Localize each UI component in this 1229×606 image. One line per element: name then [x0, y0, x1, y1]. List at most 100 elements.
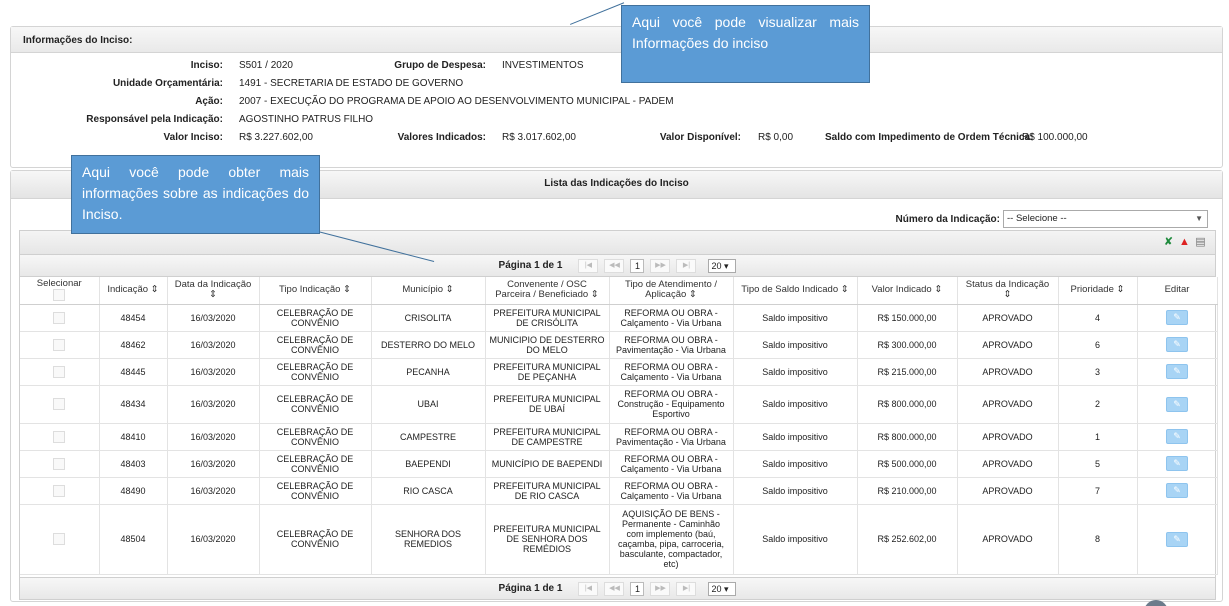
cell-data: 16/03/2020	[167, 358, 260, 386]
col-atendimento[interactable]: Tipo de Atendimento / Aplicação ⇕	[609, 277, 734, 305]
col-status[interactable]: Status da Indicação ⇕	[957, 277, 1059, 305]
pencil-icon[interactable]: ✎	[1166, 364, 1188, 379]
row-checkbox[interactable]	[53, 430, 66, 443]
cell-atendimento: REFORMA OU OBRA - Calçamento - Via Urban…	[609, 450, 734, 478]
indicacao-filter: Número da Indicação: -- Selecione -- ▼	[896, 210, 1208, 228]
cell-indicacao: 48410	[99, 423, 168, 451]
page-number[interactable]: 1	[630, 258, 645, 273]
row-checkbox[interactable]	[53, 398, 66, 410]
value-inciso: S501 / 2020	[239, 60, 293, 71]
cell-saldo: Saldo impositivo	[733, 477, 858, 505]
col-valor[interactable]: Valor Indicado ⇕	[857, 277, 958, 305]
pencil-icon[interactable]: ✎	[1166, 310, 1188, 325]
cell-indicacao: 48403	[99, 450, 168, 478]
prev-page-button-bottom[interactable]: ◀◀	[604, 581, 625, 596]
cell-indicacao: 48454	[99, 304, 168, 332]
table-header-row: Selecionar Indicação ⇕ Data da Indicação…	[20, 277, 1218, 305]
col-convenente[interactable]: Convenente / OSC Parceira / Beneficiado …	[485, 277, 610, 305]
row-checkbox[interactable]	[53, 311, 66, 324]
first-page-button-bottom[interactable]: |◀	[578, 581, 599, 596]
print-icon[interactable]: ▤	[1194, 236, 1207, 249]
last-page-button[interactable]: ▶|	[676, 258, 697, 273]
cell-data: 16/03/2020	[167, 385, 260, 424]
prev-page-button[interactable]: ◀◀	[604, 258, 625, 273]
cell-saldo: Saldo impositivo	[733, 358, 858, 386]
cell-municipio: DESTERRO DO MELO	[371, 331, 486, 359]
cell-status: APROVADO	[957, 304, 1059, 332]
select-cell	[20, 304, 100, 332]
col-data[interactable]: Data da Indicação ⇕	[167, 277, 260, 305]
cell-tipo: CELEBRAÇÃO DE CONVÊNIO	[259, 423, 372, 451]
label-unidade: Unidade Orçamentária:	[112, 78, 223, 89]
row-checkbox[interactable]	[53, 533, 66, 545]
cell-municipio: BAEPENDI	[371, 450, 486, 478]
label-responsavel: Responsável pela Indicação:	[86, 114, 223, 125]
filter-label: Número da Indicação:	[895, 213, 1000, 225]
value-responsavel: AGOSTINHO PATRUS FILHO	[239, 114, 374, 125]
select-cell	[20, 423, 100, 451]
select-cell	[20, 331, 100, 359]
edit-cell: ✎	[1137, 304, 1218, 332]
cell-indicacao: 48445	[99, 358, 168, 386]
row-checkbox[interactable]	[53, 457, 66, 470]
first-page-button[interactable]: |◀	[578, 258, 599, 273]
cell-municipio: CRISOLITA	[371, 304, 486, 332]
pencil-icon[interactable]: ✎	[1166, 337, 1188, 352]
cell-saldo: Saldo impositivo	[733, 385, 858, 424]
pdf-icon[interactable]: ▲	[1178, 236, 1191, 249]
col-prioridade[interactable]: Prioridade ⇕	[1058, 277, 1138, 305]
value-valores-indicados: R$ 3.017.602,00	[502, 132, 576, 143]
cell-atendimento: REFORMA OU OBRA - Calçamento - Via Urban…	[609, 477, 734, 505]
page-number-bottom[interactable]: 1	[630, 581, 645, 596]
callout-left: Aqui você pode obter mais informações so…	[71, 155, 320, 234]
list-panel: Lista das Indicações do Inciso Número da…	[10, 170, 1223, 602]
select-cell	[20, 358, 100, 386]
top-pager: Página 1 de 1 |◀ ◀◀ 1 ▶▶ ▶| 20 ▾	[20, 255, 1215, 277]
page-size-select-bottom[interactable]: 20 ▾	[708, 581, 737, 596]
pencil-icon[interactable]: ✎	[1166, 483, 1188, 498]
col-editar: Editar	[1137, 277, 1218, 305]
edit-cell: ✎	[1137, 331, 1218, 359]
pencil-icon[interactable]: ✎	[1166, 456, 1188, 471]
cell-valor: R$ 800.000,00	[857, 385, 958, 424]
chevron-down-icon: ▼	[1195, 214, 1203, 223]
select-cell	[20, 385, 100, 424]
row-checkbox[interactable]	[53, 365, 66, 378]
select-all-checkbox[interactable]	[53, 289, 66, 302]
next-page-button[interactable]: ▶▶	[650, 258, 671, 273]
table-row: 48445 16/03/2020 CELEBRAÇÃO DE CONVÊNIO PEC…	[20, 358, 1218, 386]
col-saldo[interactable]: Tipo de Saldo Indicado ⇕	[733, 277, 858, 305]
cell-status: APROVADO	[957, 385, 1059, 424]
pencil-icon[interactable]: ✎	[1166, 429, 1188, 444]
edit-cell: ✎	[1137, 385, 1218, 424]
col-indicacao[interactable]: Indicação ⇕	[99, 277, 168, 305]
edit-cell: ✎	[1137, 504, 1218, 575]
select-cell	[20, 450, 100, 478]
cell-valor: R$ 210.000,00	[857, 477, 958, 505]
info-panel-header: Informações do Inciso:	[11, 27, 1222, 53]
cell-valor: R$ 800.000,00	[857, 423, 958, 451]
col-tipo[interactable]: Tipo Indicação ⇕	[259, 277, 372, 305]
pager-label-bottom: Página 1 de 1	[498, 583, 563, 594]
pencil-icon[interactable]: ✎	[1166, 531, 1188, 547]
cell-data: 16/03/2020	[167, 504, 260, 575]
cell-prioridade: 3	[1058, 358, 1138, 386]
cell-valor: R$ 300.000,00	[857, 331, 958, 359]
page-size-value-bottom: 20	[711, 583, 722, 594]
next-page-button-bottom[interactable]: ▶▶	[650, 581, 671, 596]
row-checkbox[interactable]	[53, 338, 66, 351]
pencil-icon[interactable]: ✎	[1166, 396, 1188, 412]
cell-saldo: Saldo impositivo	[733, 304, 858, 332]
row-checkbox[interactable]	[53, 484, 66, 497]
cell-tipo: CELEBRAÇÃO DE CONVÊNIO	[259, 358, 372, 386]
last-page-button-bottom[interactable]: ▶|	[676, 581, 697, 596]
col-selecionar-label: Selecionar	[36, 278, 82, 290]
page-size-select[interactable]: 20 ▾	[708, 258, 737, 273]
table-row: 48490 16/03/2020 CELEBRAÇÃO DE CONVÊNIO RIO…	[20, 477, 1218, 505]
excel-icon[interactable]: ✘	[1162, 236, 1175, 249]
cell-tipo: CELEBRAÇÃO DE CONVÊNIO	[259, 331, 372, 359]
indicacao-select[interactable]: -- Selecione -- ▼	[1003, 210, 1208, 228]
bottom-pager: Página 1 de 1 |◀ ◀◀ 1 ▶▶ ▶| 20 ▾	[20, 577, 1215, 599]
table-row: 48454 16/03/2020 CELEBRAÇÃO DE CONVÊNIO CRI…	[20, 304, 1218, 332]
col-municipio[interactable]: Município ⇕	[371, 277, 486, 305]
